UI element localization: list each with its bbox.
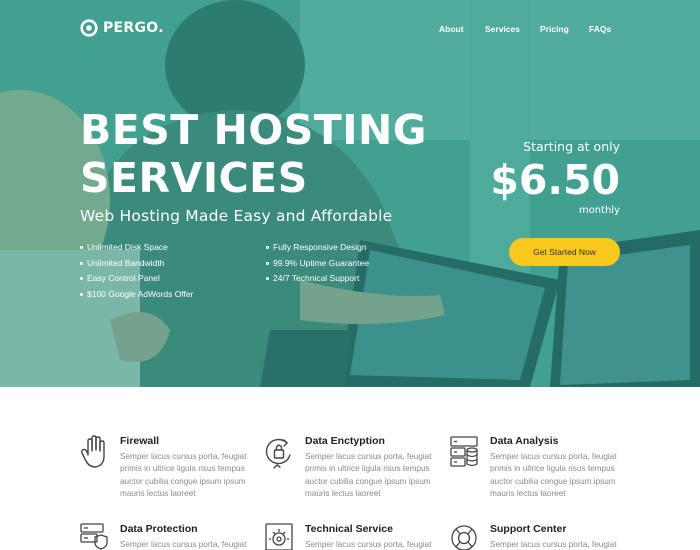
server-shield-icon <box>80 523 108 550</box>
nav-item-services[interactable]: Services <box>485 23 520 35</box>
gear-frame-icon <box>265 523 293 550</box>
service-description: Semper lacus cursus porta, feugiat <box>305 540 432 549</box>
service-description: Semper lacus cursus porta, feugiat primi… <box>120 452 247 499</box>
hero-subheadline: Web Hosting Made Easy and Affordable <box>80 207 393 225</box>
hero-headline-line2: SERVICES <box>80 154 308 202</box>
main-nav: About Services Pricing FAQs <box>0 23 700 37</box>
feature-item: Fully Responsive Design <box>266 242 369 258</box>
service-description: Semper lacus cursus porta, feugiat <box>120 540 247 549</box>
price-starting-label: Starting at only <box>523 139 620 154</box>
hand-icon <box>81 435 105 468</box>
lifebuoy-icon <box>451 525 477 550</box>
get-started-button[interactable]: Get Started Now <box>509 238 620 266</box>
lock-cycle-icon <box>265 438 291 469</box>
service-title: Firewall <box>120 435 160 447</box>
feature-item: 24/7 Technical Support <box>266 273 369 289</box>
service-title: Data Analysis <box>490 435 559 447</box>
feature-item: 99.9% Uptime Guarantee <box>266 258 369 274</box>
feature-list-right: Fully Responsive Design 99.9% Uptime Gua… <box>266 242 369 289</box>
hero-headline-line1: BEST HOSTING <box>80 106 427 154</box>
price-period: monthly <box>578 205 620 216</box>
feature-item: Unlimited Bandwidth <box>80 258 193 274</box>
feature-item: Unlimited Disk Space <box>80 242 193 258</box>
service-title: Data Enctyption <box>305 435 385 447</box>
price-block: Starting at only $6.50 monthly <box>490 139 620 217</box>
feature-list-left: Unlimited Disk Space Unlimited Bandwidth… <box>80 242 193 305</box>
hero-section: PERGO. About Services Pricing FAQs BEST … <box>0 0 700 387</box>
service-description: Semper lacus cursus porta, feugiat primi… <box>305 452 432 499</box>
nav-item-about[interactable]: About <box>439 23 464 35</box>
service-description: Semper lacus cursus porta, feugiat primi… <box>490 452 617 499</box>
service-title: Technical Service <box>305 523 393 535</box>
price-value: $6.50 <box>490 156 620 204</box>
server-database-icon <box>450 436 478 467</box>
feature-item: Easy Control Panel <box>80 273 193 289</box>
service-description: Semper lacus cursus porta, feugiat <box>490 540 617 549</box>
hero-headline: BEST HOSTING SERVICES <box>80 106 427 202</box>
feature-item: $100 Google AdWords Offer <box>80 289 193 305</box>
nav-item-faqs[interactable]: FAQs <box>589 23 611 35</box>
service-title: Support Center <box>490 523 567 535</box>
service-title: Data Protection <box>120 523 198 535</box>
nav-item-pricing[interactable]: Pricing <box>540 23 569 35</box>
